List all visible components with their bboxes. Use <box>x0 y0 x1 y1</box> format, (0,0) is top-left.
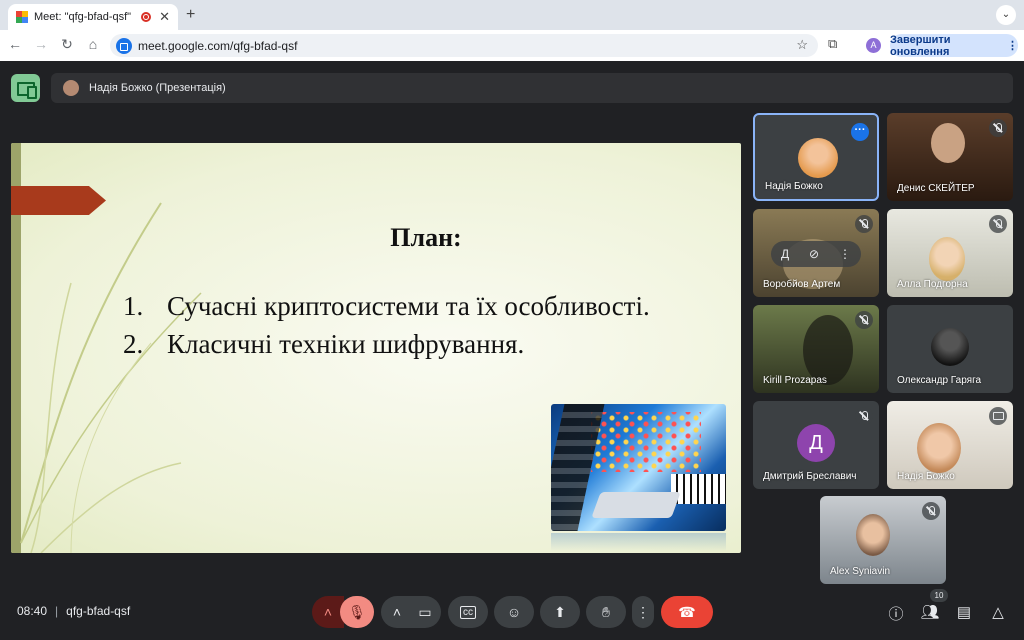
leave-call-button[interactable]: ☎ <box>661 596 713 628</box>
mic-off-icon: 🎙︎ <box>348 603 366 620</box>
participant-tile[interactable]: Д ⊘ ⋮ Воробйов Артем <box>753 209 879 297</box>
mic-off-icon <box>855 311 873 329</box>
chevron-up-icon: ˄ <box>392 604 402 620</box>
slide-arrow-shape <box>11 186 106 215</box>
browser-toolbar: ← → ↻ ⌂ meet.google.com/qfg-bfad-qsf ☆ ⧉… <box>0 30 1024 61</box>
participant-name: Денис СКЕЙТЕР <box>897 183 975 194</box>
participant-name: Воробйов Артем <box>763 279 841 290</box>
participant-name: Надія Божко <box>897 471 955 482</box>
meeting-code: qfg-bfad-qsf <box>66 604 131 618</box>
participant-tile[interactable]: Алла Подгорна <box>887 209 1013 297</box>
mic-off-icon <box>855 407 873 425</box>
more-options-button[interactable]: ⋮ <box>632 596 654 628</box>
presenting-icon <box>989 407 1007 425</box>
slide-image-reflection <box>551 533 726 551</box>
meeting-info: 08:40 | qfg-bfad-qsf <box>17 604 130 618</box>
participant-tile[interactable]: Надія Божко <box>887 401 1013 489</box>
mic-off-icon <box>989 215 1007 233</box>
captions-button[interactable]: cc <box>448 596 488 628</box>
presentation-toggle-button[interactable] <box>11 74 40 102</box>
participant-name: Олександр Гаряга <box>897 375 982 386</box>
bookmark-star-icon[interactable]: ☆ <box>796 37 808 53</box>
slide-list-item: 1. Сучасні криптосистеми та їх особливост… <box>123 291 650 321</box>
participant-name: Алла Подгорна <box>897 279 968 290</box>
tab-close-icon[interactable]: ✕ <box>159 9 170 25</box>
emoji-icon: ☺ <box>506 604 522 620</box>
camera-icon: ▭ <box>418 603 432 620</box>
participant-name: Дмитрий Бреславич <box>763 471 857 482</box>
captions-icon: cc <box>460 605 476 619</box>
participant-count-badge: 10 <box>930 589 948 602</box>
microphone-toggle-button[interactable]: 🎙︎ <box>340 596 374 628</box>
tile-hover-controls[interactable]: Д ⊘ ⋮ <box>771 241 861 267</box>
tab-search-button[interactable]: ⌄ <box>996 5 1016 25</box>
address-bar[interactable]: meet.google.com/qfg-bfad-qsf ☆ <box>110 34 818 57</box>
recording-indicator-icon <box>141 12 152 22</box>
mic-off-icon <box>989 119 1007 137</box>
mute-participant-icon[interactable]: ⊘ <box>809 247 819 261</box>
participant-tile[interactable]: Д Дмитрий Бреславич <box>753 401 879 489</box>
browser-tab-strip: Meet: "qfg-bfad-qsf" ✕ + ⌄ <box>0 0 1024 30</box>
presenter-bar[interactable]: Надія Божко (Презентація) <box>51 73 1013 103</box>
shared-slide: План: 1. Сучасні криптосистеми та їх особ… <box>11 143 741 553</box>
home-icon[interactable]: ⌂ <box>84 36 102 52</box>
tab-title: Meet: "qfg-bfad-qsf" <box>34 11 132 23</box>
extensions-puzzle-icon[interactable]: ⧉ <box>828 36 837 52</box>
pin-icon[interactable]: Д <box>781 247 789 261</box>
mic-off-icon <box>922 502 940 520</box>
participant-name: Надія Божко <box>765 181 823 192</box>
participant-tile[interactable]: Alex Syniavin <box>820 496 946 584</box>
browser-tab-meet[interactable]: Meet: "qfg-bfad-qsf" ✕ <box>8 4 178 30</box>
participant-avatar <box>798 138 838 178</box>
participant-tile[interactable]: Kirill Prozapas <box>753 305 879 393</box>
slide-list-item: 2. Класичні техніки шифрування. <box>123 329 525 359</box>
hand-icon: ✋︎ <box>602 603 610 620</box>
meeting-details-info-icon[interactable]: ⓘ <box>886 603 906 624</box>
participant-letter-avatar: Д <box>797 424 835 462</box>
separator: | <box>55 604 59 618</box>
finish-update-label: Завершити оновлення <box>890 33 951 58</box>
presenter-label: Надія Божко (Презентація) <box>89 82 226 94</box>
slide-technology-image <box>551 404 726 531</box>
phone-hangup-icon: ☎ <box>678 603 696 620</box>
presenter-avatar <box>63 80 79 96</box>
more-vert-icon: ⋮ <box>636 603 650 620</box>
meeting-time: 08:40 <box>17 604 48 618</box>
mic-off-icon <box>855 215 873 233</box>
slide-list: 1. Сучасні криптосистеми та їх особливост… <box>123 291 650 367</box>
participant-name: Alex Syniavin <box>830 566 891 577</box>
url-text: meet.google.com/qfg-bfad-qsf <box>138 38 298 53</box>
participant-avatar <box>931 328 969 366</box>
reactions-button[interactable]: ☺ <box>494 596 534 628</box>
chevron-up-icon: ˄ <box>323 604 333 620</box>
participant-name: Kirill Prozapas <box>763 375 827 386</box>
slide-title: План: <box>390 223 462 252</box>
reload-icon[interactable]: ↻ <box>58 36 76 53</box>
more-vert-icon: ⋮ <box>1007 40 1018 52</box>
raise-hand-button[interactable]: ✋︎ <box>586 596 626 628</box>
present-screen-icon: ⬆ <box>554 603 566 620</box>
participant-tile[interactable]: Денис СКЕЙТЕР <box>887 113 1013 201</box>
more-vert-icon[interactable]: ⋮ <box>839 247 851 261</box>
forward-arrow-icon[interactable]: → <box>32 36 50 52</box>
activities-icon[interactable]: △ <box>988 603 1008 621</box>
camera-toggle-button[interactable]: ▭ <box>409 596 441 628</box>
people-icon[interactable]: 👥︎ <box>920 603 940 621</box>
profile-avatar[interactable]: A <box>866 38 881 53</box>
back-arrow-icon[interactable]: ← <box>6 36 24 52</box>
finish-update-button[interactable]: Завершити оновлення ⋮ <box>890 33 1018 58</box>
new-tab-button[interactable]: + <box>186 6 195 24</box>
present-now-button[interactable]: ⬆ <box>540 596 580 628</box>
more-options-icon[interactable]: ··· <box>851 123 869 141</box>
participant-tile[interactable]: Олександр Гаряга <box>887 305 1013 393</box>
chat-icon[interactable]: ▤ <box>954 603 974 621</box>
participant-tile-self[interactable]: ··· Надія Божко <box>753 113 879 201</box>
meet-favicon-icon <box>16 11 28 23</box>
site-info-icon[interactable] <box>116 37 132 54</box>
